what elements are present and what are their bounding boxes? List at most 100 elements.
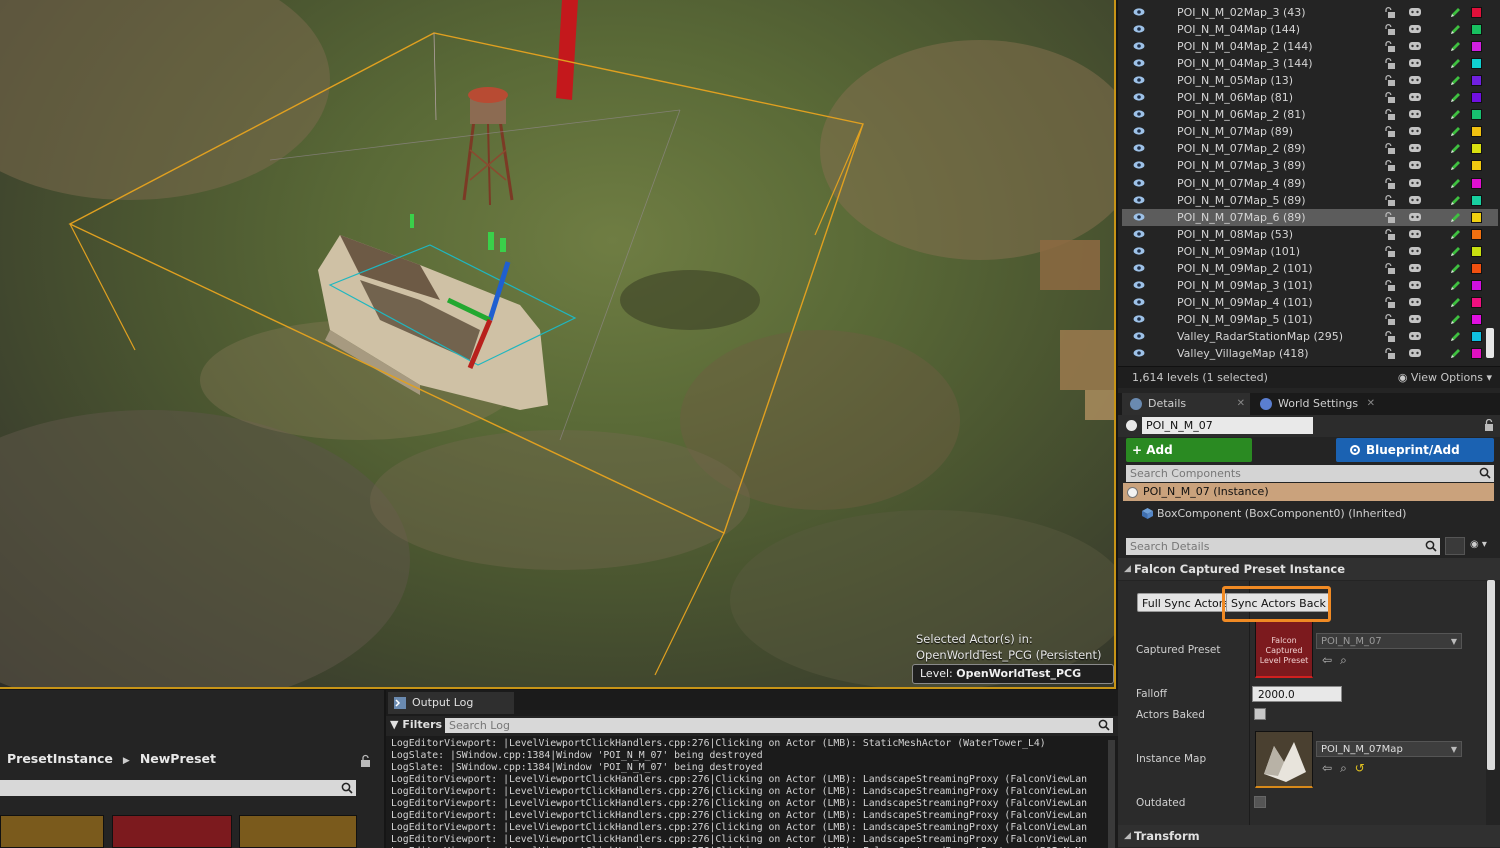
viewport-scene[interactable]: [0, 0, 1116, 689]
gamepad-icon[interactable]: [1408, 195, 1422, 205]
pencil-icon[interactable]: [1449, 74, 1461, 87]
pencil-icon[interactable]: [1449, 159, 1461, 172]
level-color-swatch[interactable]: [1471, 143, 1482, 155]
level-color-swatch[interactable]: [1471, 177, 1482, 189]
blueprint-add-script-button[interactable]: Blueprint/Add Script: [1336, 438, 1494, 481]
eye-icon[interactable]: [1133, 314, 1145, 324]
breadcrumb-new-preset[interactable]: NewPreset: [140, 751, 216, 766]
pencil-icon[interactable]: [1449, 40, 1461, 53]
lock-icon[interactable]: [1384, 142, 1396, 155]
use-selected-icon[interactable]: ⇦: [1322, 653, 1340, 667]
lock-icon[interactable]: [1384, 279, 1396, 292]
pencil-icon[interactable]: [1449, 228, 1461, 241]
level-row[interactable]: POI_N_M_09Map (101): [1122, 243, 1498, 260]
eye-icon[interactable]: [1133, 58, 1145, 68]
eye-icon[interactable]: [1133, 246, 1145, 256]
level-row[interactable]: Valley_RadarStationMap (295): [1122, 328, 1498, 345]
gamepad-icon[interactable]: [1408, 7, 1422, 17]
gamepad-icon[interactable]: [1408, 92, 1422, 102]
gamepad-icon[interactable]: [1408, 280, 1422, 290]
level-row[interactable]: POI_N_M_09Map_3 (101): [1122, 277, 1498, 294]
gamepad-icon[interactable]: [1408, 126, 1422, 136]
falloff-input[interactable]: 2000.0: [1252, 686, 1342, 702]
lock-icon[interactable]: [1384, 330, 1396, 343]
pencil-icon[interactable]: [1449, 57, 1461, 70]
level-row[interactable]: POI_N_M_07Map_2 (89): [1122, 140, 1498, 157]
eye-icon[interactable]: [1133, 7, 1145, 17]
levels-list[interactable]: POI_N_M_02Map_3 (43) POI_N_M_04Map (144) P…: [1118, 0, 1500, 366]
gamepad-icon[interactable]: [1408, 246, 1422, 256]
eye-icon[interactable]: [1133, 109, 1145, 119]
gamepad-icon[interactable]: [1408, 143, 1422, 153]
gamepad-icon[interactable]: [1408, 297, 1422, 307]
pencil-icon[interactable]: [1449, 279, 1461, 292]
level-color-swatch[interactable]: [1471, 58, 1482, 70]
eye-icon[interactable]: [1133, 178, 1145, 188]
level-color-swatch[interactable]: [1471, 126, 1482, 138]
eye-icon[interactable]: [1133, 92, 1145, 102]
search-components-input[interactable]: Search Components: [1126, 465, 1494, 482]
lock-icon[interactable]: [1384, 296, 1396, 309]
level-color-swatch[interactable]: [1471, 75, 1482, 87]
level-color-swatch[interactable]: [1471, 296, 1482, 308]
gamepad-icon[interactable]: [1408, 58, 1422, 68]
section-transform[interactable]: ◢ Transform: [1118, 825, 1500, 847]
gamepad-icon[interactable]: [1408, 160, 1422, 170]
level-row[interactable]: POI_N_M_07Map_6 (89): [1122, 208, 1498, 226]
lock-icon[interactable]: [360, 754, 371, 768]
level-color-swatch[interactable]: [1471, 245, 1482, 257]
level-row[interactable]: POI_N_M_09Map_2 (101): [1122, 260, 1498, 277]
level-row[interactable]: POI_N_M_04Map_2 (144): [1122, 38, 1498, 55]
level-row[interactable]: POI_N_M_07Map_5 (89): [1122, 192, 1498, 209]
level-color-swatch[interactable]: [1471, 348, 1482, 359]
lock-icon[interactable]: [1384, 347, 1396, 360]
eye-icon[interactable]: [1133, 126, 1145, 136]
level-color-swatch[interactable]: [1471, 279, 1482, 291]
lock-icon[interactable]: [1384, 245, 1396, 258]
pencil-icon[interactable]: [1449, 177, 1461, 190]
close-icon[interactable]: ✕: [1237, 393, 1245, 415]
pencil-icon[interactable]: [1449, 262, 1461, 275]
actors-baked-checkbox[interactable]: [1254, 708, 1266, 720]
pencil-icon[interactable]: [1449, 245, 1461, 258]
level-row[interactable]: POI_N_M_02Map_3 (43): [1122, 4, 1498, 21]
lock-icon[interactable]: [1384, 125, 1396, 138]
reset-icon[interactable]: ↺: [1355, 761, 1373, 775]
level-color-swatch[interactable]: [1471, 194, 1482, 206]
level-row[interactable]: POI_N_M_07Map_3 (89): [1122, 157, 1498, 174]
level-color-swatch[interactable]: [1471, 7, 1482, 18]
lock-icon[interactable]: [1384, 23, 1396, 36]
use-selected-icon[interactable]: ⇦: [1322, 761, 1340, 775]
level-viewport[interactable]: Selected Actor(s) in: OpenWorldTest_PCG …: [0, 0, 1116, 689]
search-details-input[interactable]: Search Details: [1126, 538, 1440, 555]
log-lines[interactable]: LogEditorViewport: |LevelViewportClickHa…: [391, 738, 1103, 848]
pencil-icon[interactable]: [1449, 6, 1461, 19]
eye-icon[interactable]: [1133, 263, 1145, 273]
pencil-icon[interactable]: [1449, 194, 1461, 207]
gamepad-icon[interactable]: [1408, 314, 1422, 324]
tab-output-log[interactable]: Output Log: [388, 692, 514, 714]
level-row[interactable]: POI_N_M_06Map (81): [1122, 89, 1498, 106]
actor-name-field[interactable]: POI_N_M_07: [1142, 417, 1313, 434]
eye-icon[interactable]: [1133, 280, 1145, 290]
level-row[interactable]: POI_N_M_09Map_4 (101): [1122, 294, 1498, 311]
eye-icon[interactable]: [1133, 195, 1145, 205]
eye-icon[interactable]: [1133, 160, 1145, 170]
level-row[interactable]: POI_N_M_07Map (89): [1122, 123, 1498, 140]
level-color-swatch[interactable]: [1471, 228, 1482, 240]
lock-icon[interactable]: [1384, 6, 1396, 19]
pencil-icon[interactable]: [1449, 108, 1461, 121]
asset-tile[interactable]: [239, 815, 357, 848]
browse-icon[interactable]: ⌕: [1340, 653, 1355, 667]
gamepad-icon[interactable]: [1408, 212, 1422, 222]
eye-icon[interactable]: [1133, 331, 1145, 341]
add-component-button[interactable]: + Add Component: [1126, 438, 1252, 481]
eye-icon[interactable]: [1133, 24, 1145, 34]
gamepad-icon[interactable]: [1408, 348, 1422, 358]
level-color-swatch[interactable]: [1471, 92, 1482, 104]
gamepad-icon[interactable]: [1408, 229, 1422, 239]
full-sync-actors-button[interactable]: Full Sync Actors: [1137, 593, 1234, 612]
eye-icon[interactable]: [1133, 297, 1145, 307]
gamepad-icon[interactable]: [1408, 24, 1422, 34]
instance-map-thumbnail[interactable]: [1255, 731, 1313, 788]
